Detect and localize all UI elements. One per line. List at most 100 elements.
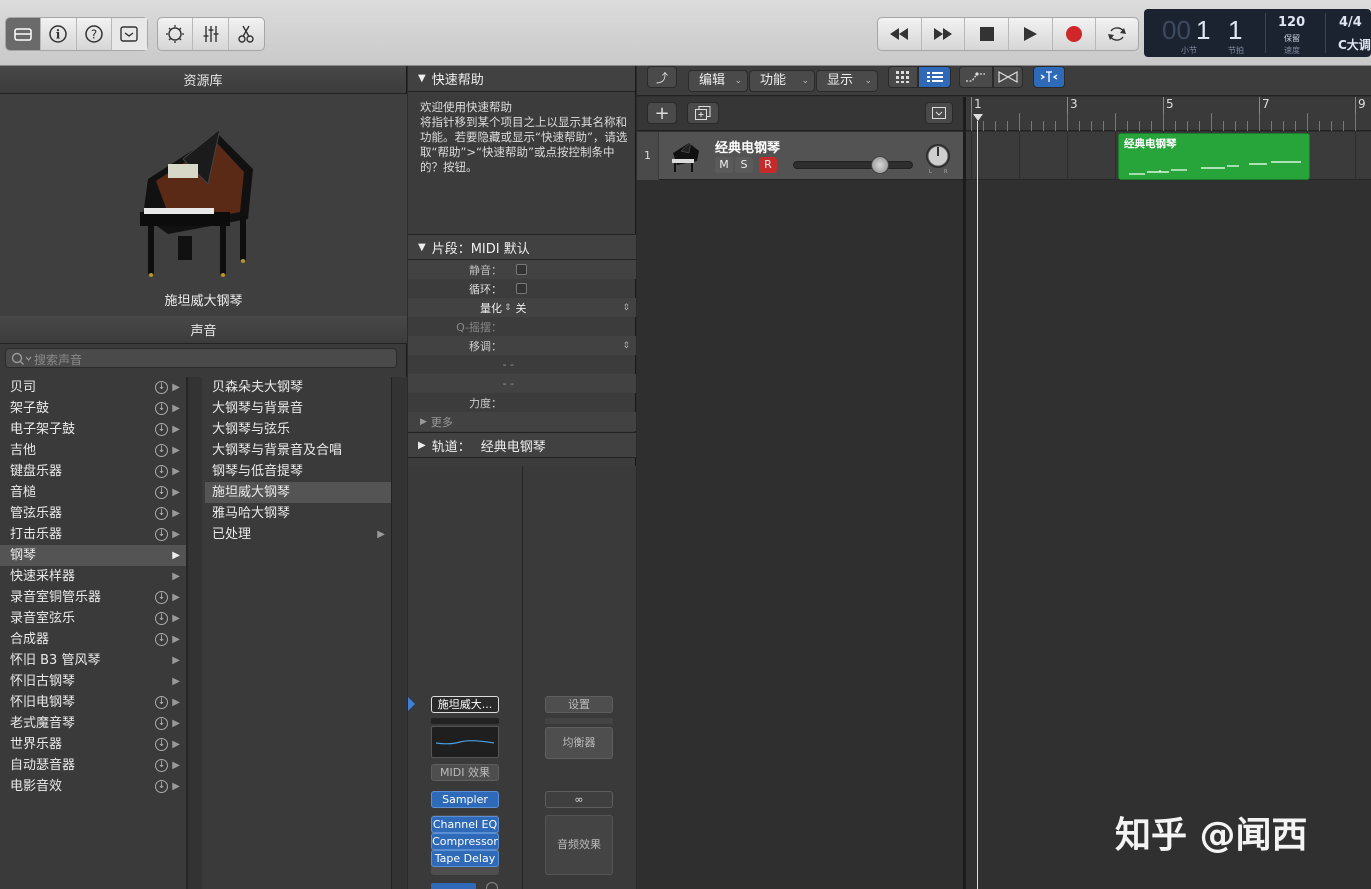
catch-button[interactable] bbox=[1033, 66, 1065, 88]
patch-item[interactable]: 大钢琴与弦乐 bbox=[205, 419, 391, 440]
editors-button[interactable] bbox=[229, 18, 264, 50]
automation-button[interactable] bbox=[959, 66, 993, 88]
download-icon[interactable]: ↓ bbox=[155, 402, 168, 415]
category-item[interactable]: 吉他 ↓ ▶ bbox=[0, 440, 186, 461]
download-icon[interactable]: ↓ bbox=[155, 381, 168, 394]
fx-slot-2[interactable]: Compressor bbox=[431, 833, 499, 850]
eq-thumbnail[interactable] bbox=[431, 726, 499, 758]
solo-button[interactable]: S bbox=[735, 157, 753, 173]
patch-item[interactable]: 已处理 ▶ bbox=[205, 524, 391, 545]
category-item[interactable]: 架子鼓 ↓ ▶ bbox=[0, 398, 186, 419]
fx-slot-1[interactable]: Channel EQ bbox=[431, 816, 499, 833]
category-item[interactable]: 世界乐器 ↓ ▶ bbox=[0, 734, 186, 755]
record-enable-button[interactable]: R bbox=[759, 157, 777, 173]
loop-checkbox[interactable] bbox=[516, 283, 527, 294]
category-item[interactable]: 打击乐器 ↓ ▶ bbox=[0, 524, 186, 545]
category-item[interactable]: 录音室弦乐 ↓ ▶ bbox=[0, 608, 186, 629]
send-slot[interactable] bbox=[431, 883, 476, 889]
download-icon[interactable]: ↓ bbox=[155, 696, 168, 709]
flex-button[interactable] bbox=[993, 66, 1023, 88]
stop-button[interactable] bbox=[965, 18, 1010, 50]
smart-controls-button[interactable] bbox=[158, 18, 194, 50]
download-icon[interactable]: ↓ bbox=[155, 465, 168, 478]
track-header-row[interactable]: 1 经典电钢琴 MSR LR bbox=[637, 132, 963, 180]
cycle-button[interactable] bbox=[1096, 18, 1138, 50]
toolbar-button[interactable] bbox=[111, 18, 147, 50]
download-icon[interactable]: ↓ bbox=[155, 444, 168, 457]
download-icon[interactable]: ↓ bbox=[155, 759, 168, 772]
download-icon[interactable]: ↓ bbox=[155, 423, 168, 436]
patch-item[interactable]: 大钢琴与背景音 bbox=[205, 398, 391, 419]
download-icon[interactable]: ↓ bbox=[155, 780, 168, 793]
category-item[interactable]: 合成器 ↓ ▶ bbox=[0, 629, 186, 650]
patch-slot[interactable]: 施坦威大... bbox=[431, 696, 499, 713]
search-input[interactable]: 搜索声音 bbox=[5, 348, 397, 368]
mixer-button[interactable] bbox=[193, 18, 229, 50]
playhead-marker[interactable] bbox=[973, 114, 983, 121]
mute-checkbox[interactable] bbox=[516, 264, 527, 275]
grid-view-button[interactable] bbox=[888, 66, 918, 88]
category-item[interactable]: 管弦乐器 ↓ ▶ bbox=[0, 503, 186, 524]
fast-forward-button[interactable] bbox=[922, 18, 966, 50]
global-tracks-button[interactable] bbox=[925, 102, 953, 124]
category-item[interactable]: 录音室铜管乐器 ↓ ▶ bbox=[0, 587, 186, 608]
category-item[interactable]: 怀旧电钢琴 ↓ ▶ bbox=[0, 692, 186, 713]
link-button[interactable]: ∞ bbox=[545, 791, 613, 808]
track-header[interactable]: ▶ 轨道： 经典电钢琴 bbox=[408, 432, 636, 458]
menu-edit[interactable]: 编辑 ⌄ bbox=[688, 70, 748, 92]
volume-slider[interactable] bbox=[793, 156, 913, 174]
lcd-display[interactable]: 00 1 小节 1 节拍 120 保留 速度 4/4 C大调 bbox=[1144, 9, 1371, 57]
back-button[interactable]: ⤴ bbox=[647, 66, 677, 88]
mute-button[interactable]: M bbox=[715, 157, 733, 173]
category-item[interactable]: 钢琴 ▶ bbox=[0, 545, 186, 566]
library-scrollbar[interactable] bbox=[391, 377, 407, 889]
ruler[interactable]: 1 3 5 7 9 bbox=[966, 97, 1371, 131]
download-icon[interactable]: ↓ bbox=[155, 717, 168, 730]
add-track-button[interactable]: + bbox=[647, 102, 677, 124]
duplicate-track-button[interactable] bbox=[687, 102, 719, 124]
patch-item[interactable]: 钢琴与低音提琴 bbox=[205, 461, 391, 482]
menu-view[interactable]: 显示 ⌄ bbox=[816, 70, 878, 92]
download-icon[interactable]: ↓ bbox=[155, 633, 168, 646]
menu-functions[interactable]: 功能 ⌄ bbox=[749, 70, 815, 92]
instrument-slot[interactable]: Sampler bbox=[431, 791, 499, 808]
category-item[interactable]: 电子架子鼓 ↓ ▶ bbox=[0, 419, 186, 440]
audio-fx-slot[interactable]: 音频效果 bbox=[545, 815, 613, 875]
param-quantize[interactable]: 量化 ⇕ 关 ⇕ bbox=[408, 298, 636, 317]
category-item[interactable]: 音槌 ↓ ▶ bbox=[0, 482, 186, 503]
category-item[interactable]: 怀旧古钢琴 ▶ bbox=[0, 671, 186, 692]
category-item[interactable]: 老式魔音琴 ↓ ▶ bbox=[0, 713, 186, 734]
rewind-button[interactable] bbox=[878, 18, 922, 50]
list-view-button[interactable] bbox=[918, 66, 951, 88]
patch-item[interactable]: 施坦威大钢琴 bbox=[205, 482, 391, 503]
fx-slot-3[interactable]: Tape Delay bbox=[431, 850, 499, 867]
patch-item[interactable]: 大钢琴与背景音及合唱 bbox=[205, 440, 391, 461]
download-icon[interactable]: ↓ bbox=[155, 738, 168, 751]
patch-item[interactable]: 贝森朵夫大钢琴 bbox=[205, 377, 391, 398]
track-name[interactable]: 经典电钢琴 bbox=[715, 137, 780, 156]
settings-slot[interactable]: 设置 bbox=[545, 696, 613, 713]
download-icon[interactable]: ↓ bbox=[155, 591, 168, 604]
record-button[interactable] bbox=[1053, 18, 1097, 50]
category-item[interactable]: 快速采样器 ▶ bbox=[0, 566, 186, 587]
download-icon[interactable]: ↓ bbox=[155, 486, 168, 499]
download-icon[interactable]: ↓ bbox=[155, 528, 168, 541]
param-transpose[interactable]: 移调： ⇕ bbox=[408, 336, 636, 355]
param-more[interactable]: ▶ 更多 bbox=[408, 412, 636, 431]
library-button[interactable] bbox=[6, 18, 42, 50]
category-item[interactable]: 自动瑟音器 ↓ ▶ bbox=[0, 755, 186, 776]
region-header[interactable]: ▼ 片段：MIDI 默认 bbox=[408, 234, 636, 260]
download-icon[interactable]: ↓ bbox=[155, 612, 168, 625]
play-button[interactable] bbox=[1009, 18, 1053, 50]
send-knob[interactable] bbox=[486, 882, 498, 889]
inspector-button[interactable]: i bbox=[41, 18, 77, 50]
quick-help-button[interactable]: ? bbox=[77, 18, 112, 50]
pan-knob[interactable]: LR bbox=[923, 142, 953, 174]
category-item[interactable]: 电影音效 ↓ ▶ bbox=[0, 776, 186, 797]
midi-fx-slot[interactable]: MIDI 效果 bbox=[431, 764, 499, 781]
eq-slot[interactable]: 均衡器 bbox=[545, 727, 613, 759]
volume-slider-handle[interactable] bbox=[871, 156, 890, 174]
quick-help-header[interactable]: ▼ 快速帮助 bbox=[408, 66, 635, 92]
patch-item[interactable]: 雅马哈大钢琴 bbox=[205, 503, 391, 524]
category-item[interactable]: 键盘乐器 ↓ ▶ bbox=[0, 461, 186, 482]
